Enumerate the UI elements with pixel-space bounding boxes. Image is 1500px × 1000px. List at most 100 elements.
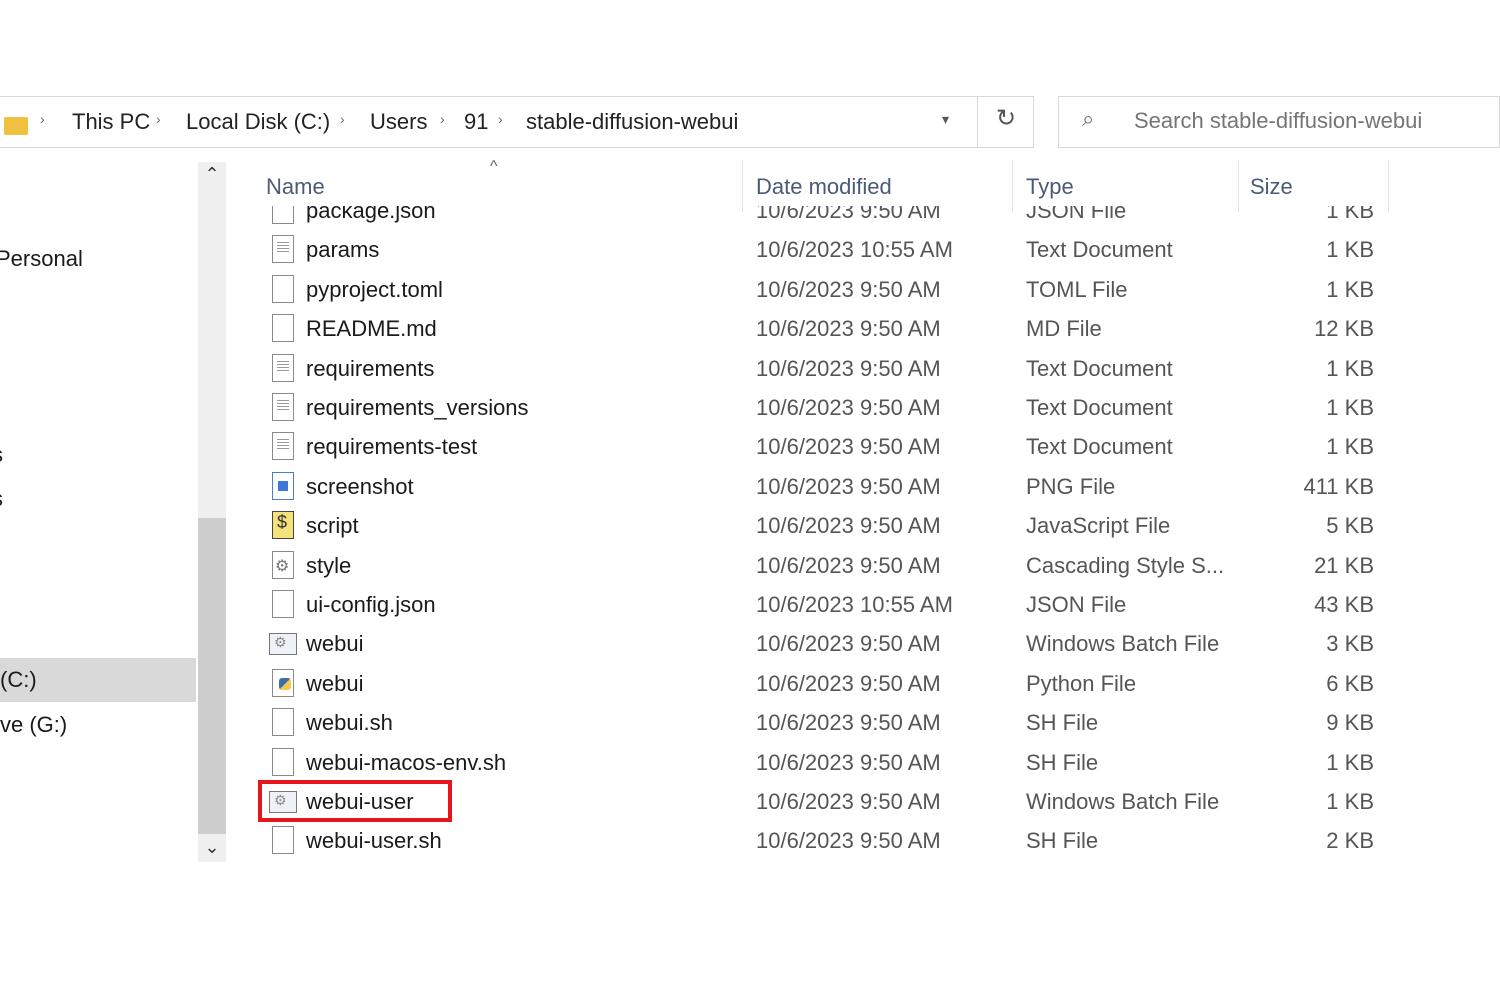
file-row[interactable]: README.md 10/6/2023 9:50 AM MD File 12 KB [260,310,1400,350]
chevron-right-icon[interactable]: › [340,111,345,127]
file-size: 21 KB [1314,552,1374,578]
breadcrumb-item[interactable]: stable-diffusion-webui [526,109,738,135]
file-type: Cascading Style S... [1026,552,1225,578]
column-label: Size [1250,174,1293,199]
file-name: README.md [306,316,437,342]
refresh-icon[interactable]: ↻ [996,104,1016,133]
file-row[interactable]: requirements_versions 10/6/2023 9:50 AM Te… [260,389,1400,429]
batch-file-icon [269,633,297,656]
file-date: 10/6/2023 9:50 AM [756,710,941,736]
nav-item-personal[interactable]: Personal [0,246,83,272]
file-row[interactable]: screenshot 10/6/2023 9:50 AM PNG File 411 K… [260,468,1400,508]
file-type: Text Document [1026,237,1173,263]
file-name: script [306,513,359,539]
file-row[interactable]: requirements-test 10/6/2023 9:50 AM Text D… [260,428,1400,468]
file-type: Python File [1026,670,1137,696]
file-date: 10/6/2023 9:50 AM [756,789,941,814]
breadcrumb-item[interactable]: 91 [464,109,488,135]
nav-item[interactable]: s [0,442,3,468]
file-size: 1 KB [1326,276,1374,302]
file-size: 6 KB [1326,670,1374,696]
file-name: webui [306,631,364,657]
image-file-icon [272,471,294,500]
file-name: ui-config.json [306,592,436,617]
search-icon: ⌕ [1082,106,1095,131]
file-type: SH File [1026,828,1099,854]
chevron-right-icon[interactable]: › [440,111,445,127]
file-row[interactable]: ui-config.json 10/6/2023 10:55 AM JSON Fil… [260,586,1400,626]
file-type: Text Document [1026,434,1173,460]
nav-item-local-disk-c[interactable]: (C:) [0,658,196,702]
column-divider[interactable] [1238,160,1239,212]
file-type: Text Document [1026,355,1173,381]
column-header-name[interactable]: Name [260,160,744,212]
breadcrumb[interactable]: › This PC › Local Disk (C:) › Users › 91… [0,96,978,148]
chevron-down-icon[interactable]: ▾ [942,111,949,128]
chevron-right-icon[interactable]: › [40,111,45,127]
file-row[interactable]: style 10/6/2023 9:50 AM Cascading Style S.… [260,547,1400,587]
nav-item[interactable]: s [0,486,3,512]
column-label: Type [1026,174,1074,199]
file-name: requirements-test [306,434,478,460]
search-input[interactable] [1134,108,1474,134]
file-type: MD File [1026,316,1102,342]
text-file-icon [272,353,294,382]
nav-item-drive-g[interactable]: ve (G:) [0,712,67,738]
column-header-size[interactable]: Size [1240,160,1388,212]
file-size: 1 KB [1326,789,1374,814]
file-row[interactable]: pyproject.toml 10/6/2023 9:50 AM TOML File… [260,271,1400,311]
file-row[interactable]: params 10/6/2023 10:55 AM Text Document 1 K… [260,231,1400,271]
column-divider[interactable] [742,160,743,212]
breadcrumb-item[interactable]: This PC [72,109,150,135]
file-type: JSON File [1026,592,1127,617]
breadcrumb-item[interactable]: Users [370,109,427,135]
scroll-up-icon[interactable]: ⌃ [198,164,226,185]
file-name: screenshot [306,473,414,499]
file-date: 10/6/2023 9:50 AM [756,434,941,460]
scrollbar-thumb[interactable] [198,518,226,834]
file-type: Windows Batch File [1026,789,1220,814]
blank-file-icon [272,314,294,343]
file-row[interactable]: webui-user.sh 10/6/2023 9:50 AM SH File 2 K… [260,822,1400,862]
file-type: SH File [1026,749,1099,775]
file-date: 10/6/2023 9:50 AM [756,552,941,578]
file-row[interactable]: webui.sh 10/6/2023 9:50 AM SH File 9 KB [260,704,1400,744]
file-row[interactable]: requirements 10/6/2023 9:50 AM Text Docume… [260,350,1400,390]
file-name: pyproject.toml [306,276,443,302]
column-label: Date modified [756,174,892,199]
file-row[interactable]: script 10/6/2023 9:50 AM JavaScript File 5 … [260,507,1400,547]
file-date: 10/6/2023 9:50 AM [756,395,941,420]
file-name: webui-macos-env.sh [306,749,507,775]
breadcrumb-item[interactable]: Local Disk (C:) [186,109,330,135]
file-size: 3 KB [1326,631,1374,657]
column-divider[interactable] [1012,160,1013,212]
file-date: 10/6/2023 9:50 AM [756,276,941,302]
chevron-right-icon[interactable]: › [498,111,503,127]
file-size: 2 KB [1326,828,1374,854]
file-size: 1 KB [1326,355,1374,381]
file-name: requirements_versions [306,395,529,420]
file-type: TOML File [1026,276,1128,302]
file-date: 10/6/2023 9:50 AM [756,355,941,381]
column-header-date[interactable]: Date modified [744,160,1012,212]
file-size: 411 KB [1303,473,1374,499]
file-name: requirements [306,355,435,381]
blank-file-icon [272,747,294,776]
file-name: webui-user.sh [306,828,442,854]
file-name: webui.sh [306,710,393,736]
file-date: 10/6/2023 9:50 AM [756,473,941,499]
folder-icon [4,117,28,135]
chevron-right-icon[interactable]: › [156,111,161,127]
nav-scrollbar[interactable]: ⌃ ⌄ [198,162,226,862]
file-date: 10/6/2023 9:50 AM [756,316,941,342]
column-divider[interactable] [1388,160,1389,212]
text-file-icon [272,393,294,421]
scroll-down-icon[interactable]: ⌄ [198,837,226,858]
file-row[interactable]: webui 10/6/2023 9:50 AM Python File 6 KB [260,665,1400,705]
file-row[interactable]: webui 10/6/2023 9:50 AM Windows Batch File… [260,625,1400,665]
file-type: PNG File [1026,473,1116,499]
file-date: 10/6/2023 9:50 AM [756,513,941,539]
column-header-type[interactable]: Type [1014,160,1236,212]
file-row[interactable]: webui-macos-env.sh 10/6/2023 9:50 AM SH Fi… [260,744,1400,784]
file-type: SH File [1026,710,1099,736]
